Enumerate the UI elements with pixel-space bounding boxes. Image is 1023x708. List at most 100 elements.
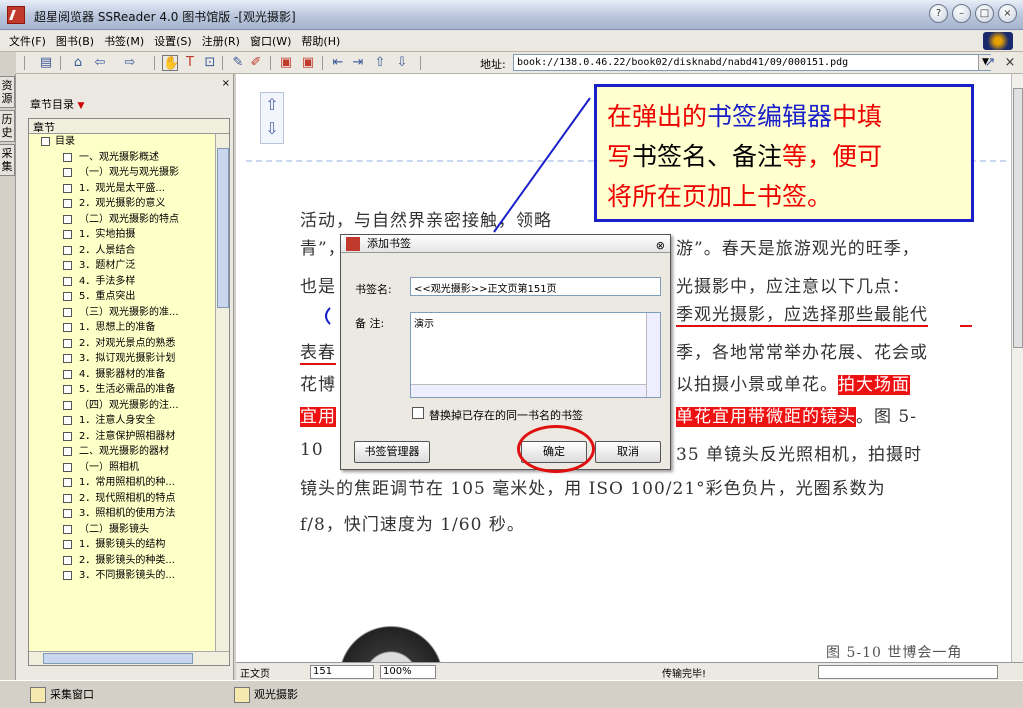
tree-node[interactable]: （一）观光与观光摄影 bbox=[29, 165, 229, 181]
replace-checkbox[interactable] bbox=[412, 407, 424, 419]
page-down-icon[interactable]: ⇩ bbox=[394, 55, 410, 71]
tree-node[interactable]: 目录 bbox=[29, 134, 229, 150]
tree-node[interactable]: 1．思想上的准备 bbox=[29, 320, 229, 336]
maximize-button[interactable]: □ bbox=[975, 4, 994, 23]
tree-node[interactable]: 1．摄影镜头的结构 bbox=[29, 537, 229, 553]
page-up-arrow-icon[interactable]: ⇧ bbox=[261, 93, 283, 117]
page-scroll-thumb[interactable] bbox=[1013, 88, 1023, 348]
page-line: 活动，与自然界亲密接触，领略 bbox=[300, 211, 552, 231]
page-icon bbox=[63, 540, 72, 549]
menu-bookmark[interactable]: 书签(M) bbox=[99, 33, 149, 49]
menu-help[interactable]: 帮助(H) bbox=[296, 33, 345, 49]
tree-node[interactable]: 5．生活必需品的准备 bbox=[29, 382, 229, 398]
menu-window[interactable]: 窗口(W) bbox=[245, 33, 296, 49]
callout-text: 写 bbox=[607, 142, 633, 171]
page-prev-icon[interactable]: ▣ bbox=[278, 55, 294, 71]
hand-tool-icon[interactable]: ✋ bbox=[162, 55, 179, 71]
note-hscrollbar[interactable] bbox=[411, 384, 646, 397]
page-line: 镜头的焦距调节在 105 毫米处，用 ISO 100/21°彩色负片，光圈系数为 bbox=[300, 479, 886, 499]
tree-scrollbar[interactable] bbox=[215, 134, 229, 651]
document-icon[interactable]: ▤ bbox=[38, 55, 54, 71]
tree-node[interactable]: （三）观光摄影的准... bbox=[29, 305, 229, 321]
tree-scroll-thumb[interactable] bbox=[217, 148, 229, 308]
tree-node[interactable]: 2．现代照相机的特点 bbox=[29, 491, 229, 507]
go-icon[interactable]: ↗ bbox=[982, 55, 998, 71]
help-icon[interactable]: ? bbox=[929, 4, 948, 23]
tree-hscroll-thumb[interactable] bbox=[43, 653, 193, 664]
page-number-input[interactable]: 151 bbox=[310, 665, 374, 679]
close-button[interactable]: × bbox=[998, 4, 1017, 23]
pen-icon[interactable]: ✐ bbox=[248, 55, 264, 71]
close-icon[interactable]: ⊗ bbox=[656, 237, 665, 255]
tab-history[interactable]: 历史 bbox=[0, 110, 15, 142]
page-nav-arrows: ⇧ ⇩ bbox=[260, 92, 284, 144]
chevron-down-icon[interactable]: ▼ bbox=[78, 101, 85, 111]
close-toolbar-icon[interactable]: × bbox=[1002, 55, 1018, 71]
tree-node[interactable]: 2．对观光景点的熟悉 bbox=[29, 336, 229, 352]
minimize-button[interactable]: – bbox=[952, 4, 971, 23]
tree-node[interactable]: 4．摄影器材的准备 bbox=[29, 367, 229, 383]
panel-close-icon[interactable]: × bbox=[222, 78, 230, 89]
tree-node[interactable]: 3．题材广泛 bbox=[29, 258, 229, 274]
tree-node[interactable]: （一）照相机 bbox=[29, 460, 229, 476]
tree-node[interactable]: （二）观光摄影的特点 bbox=[29, 212, 229, 228]
tree-node[interactable]: （四）观光摄影的注... bbox=[29, 398, 229, 414]
text-tool-icon[interactable]: T bbox=[182, 55, 198, 71]
tree-node[interactable]: （二）摄影镜头 bbox=[29, 522, 229, 538]
tree-node[interactable]: 4．手法多样 bbox=[29, 274, 229, 290]
tree-node[interactable]: 5．重点突出 bbox=[29, 289, 229, 305]
tree-node[interactable]: 1．注意人身安全 bbox=[29, 413, 229, 429]
page-icon bbox=[63, 199, 72, 208]
tree-node[interactable]: 二、观光摄影的器材 bbox=[29, 444, 229, 460]
select-area-icon[interactable]: ⊡ bbox=[202, 55, 218, 71]
page-down-arrow-icon[interactable]: ⇩ bbox=[261, 117, 283, 141]
bookmark-name-input[interactable]: <<观光摄影>>正文页第151页 bbox=[410, 277, 661, 296]
first-page-icon[interactable]: ⇤ bbox=[330, 55, 346, 71]
tree-node[interactable]: 3．照相机的使用方法 bbox=[29, 506, 229, 522]
page-line: 光摄影中，应注意以下几点： bbox=[676, 277, 910, 297]
note-textarea[interactable]: 演示 bbox=[410, 312, 661, 398]
page-type[interactable]: 正文页 bbox=[240, 665, 270, 680]
tree-node[interactable]: 2．注意保护照相器材 bbox=[29, 429, 229, 445]
tree-node[interactable]: 2．人景结合 bbox=[29, 243, 229, 259]
tree-node[interactable]: 2．摄影镜头的种类... bbox=[29, 553, 229, 569]
page-next-icon[interactable]: ▣ bbox=[300, 55, 316, 71]
tree-node[interactable]: 一、观光摄影概述 bbox=[29, 150, 229, 166]
tree-node[interactable]: 1．实地拍摄 bbox=[29, 227, 229, 243]
tree-hscrollbar[interactable] bbox=[29, 651, 229, 665]
tree-node[interactable]: 3．不同摄影镜头的... bbox=[29, 568, 229, 584]
note-scrollbar[interactable] bbox=[646, 313, 660, 397]
tree-node[interactable]: 2．观光摄影的意义 bbox=[29, 196, 229, 212]
panel-header[interactable]: 章节目录 ▼ bbox=[30, 96, 230, 112]
page-icon bbox=[63, 276, 72, 286]
tree-node[interactable]: 3．拟订观光摄影计划 bbox=[29, 351, 229, 367]
menu-register[interactable]: 注册(R) bbox=[197, 33, 245, 49]
menu-settings[interactable]: 设置(S) bbox=[149, 33, 197, 49]
panel-title: 章节目录 bbox=[30, 98, 74, 111]
menu-book[interactable]: 图书(B) bbox=[51, 33, 99, 49]
page-icon bbox=[63, 338, 72, 348]
tab-collect[interactable]: 采集 bbox=[0, 144, 15, 176]
tab-resources[interactable]: 资源 bbox=[0, 76, 15, 108]
address-input[interactable]: book://138.0.46.22/book02/disknabd/nabd4… bbox=[513, 54, 991, 71]
callout-text: 在弹出的 bbox=[607, 102, 708, 131]
menu-file[interactable]: 文件(F) bbox=[4, 33, 51, 49]
page-icon bbox=[63, 385, 72, 394]
chapter-panel: × 章节目录 ▼ 章节 目录 一、观光摄影概述 （一）观光与观光摄影 1．观光是太平盛… bbox=[16, 74, 234, 680]
mark-icon[interactable]: ✎ bbox=[230, 55, 246, 71]
last-page-icon[interactable]: ⇥ bbox=[350, 55, 366, 71]
page-scrollbar[interactable] bbox=[1011, 74, 1023, 662]
book-tab[interactable]: 观光摄影 bbox=[232, 685, 298, 705]
home-icon[interactable]: ⌂ bbox=[70, 55, 86, 71]
collect-window-tab[interactable]: 采集窗口 bbox=[28, 685, 94, 705]
toolbar-separator bbox=[24, 56, 25, 70]
zoom-select[interactable]: 100% bbox=[380, 665, 436, 679]
bookmark-manager-button[interactable]: 书签管理器 bbox=[354, 441, 430, 463]
cancel-button[interactable]: 取消 bbox=[595, 441, 661, 463]
tree-node[interactable]: 1．常用照相机的种... bbox=[29, 475, 229, 491]
back-icon[interactable]: ⇦ bbox=[92, 55, 108, 71]
tree-node[interactable]: 1．观光是太平盛... bbox=[29, 181, 229, 197]
page-up-icon[interactable]: ⇧ bbox=[372, 55, 388, 71]
tree-node-label: 5．重点突出 bbox=[79, 291, 136, 302]
forward-icon[interactable]: ⇨ bbox=[122, 55, 138, 71]
